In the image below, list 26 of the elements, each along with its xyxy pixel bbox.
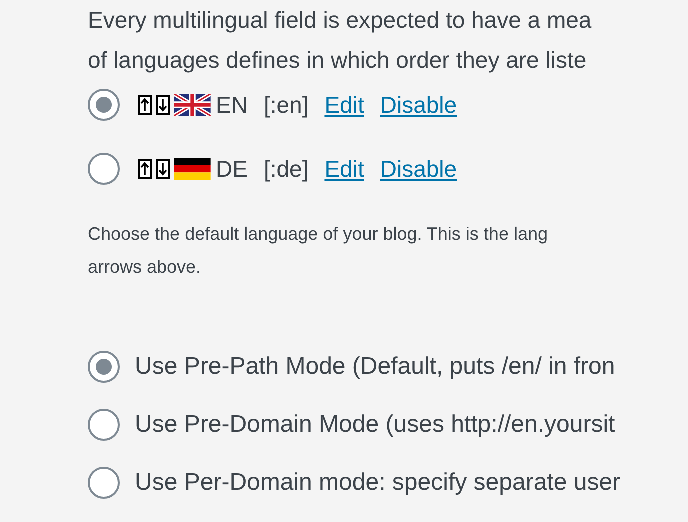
up-arrow-icon[interactable] — [138, 159, 152, 179]
radio-button[interactable] — [88, 153, 120, 185]
edit-link[interactable]: Edit — [324, 156, 364, 182]
disable-link[interactable]: Disable — [380, 156, 458, 182]
radio-button[interactable] — [88, 467, 120, 499]
disable-link[interactable]: Disable — [380, 92, 458, 118]
language-name: EN — [216, 92, 248, 118]
option-label: Use Pre-Path Mode (Default, puts /en/ in fron — [135, 353, 616, 381]
help-text: Choose the default language of your blog. This is the lang — [88, 223, 548, 246]
up-arrow-icon[interactable] — [138, 95, 152, 115]
down-arrow-icon[interactable] — [156, 159, 170, 179]
edit-link[interactable]: Edit — [324, 92, 364, 118]
intro-text: Every multilingual field is expected to have a mea — [88, 6, 592, 35]
language-code: [:de] — [264, 156, 309, 182]
help-text: arrows above. — [88, 256, 202, 279]
radio-button[interactable] — [88, 351, 120, 383]
option-label: Use Pre-Domain Mode (uses http://en.yoursit — [135, 411, 616, 439]
language-name: DE — [216, 156, 248, 182]
flag-icon — [174, 94, 211, 116]
option-label: Use Per-Domain mode: specify separate user — [135, 469, 621, 497]
flag-icon — [174, 158, 211, 180]
radio-button[interactable] — [88, 409, 120, 441]
radio-button[interactable] — [88, 89, 120, 121]
language-code: [:en] — [264, 92, 309, 118]
down-arrow-icon[interactable] — [156, 95, 170, 115]
intro-text: of languages defines in which order they are liste — [88, 46, 587, 75]
